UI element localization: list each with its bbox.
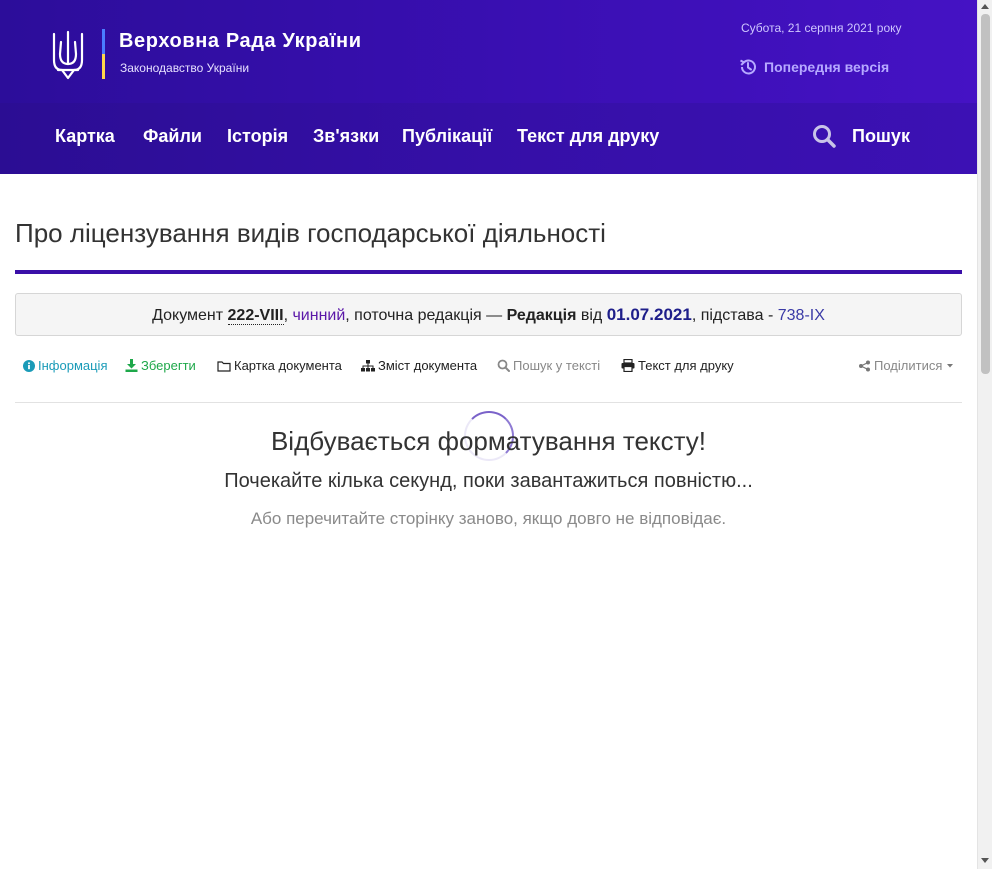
doc-edition-date[interactable]: 01.07.2021 — [607, 305, 692, 324]
scroll-up-arrow-icon[interactable] — [981, 4, 989, 9]
document-card-label: Картка документа — [234, 358, 342, 373]
doc-number[interactable]: 222-VIII — [227, 307, 284, 325]
nav-search-button[interactable]: Пошук — [812, 124, 910, 148]
share-icon — [859, 360, 870, 371]
current-date: Субота, 21 серпня 2021 року — [741, 21, 902, 35]
wait-subheading: Почекайте кілька секунд, поки завантажит… — [224, 470, 753, 492]
info-button[interactable]: Інформація — [23, 358, 108, 373]
document-toolbar: Інформація Зберегти Картка документа Змі… — [23, 358, 958, 378]
document-contents-button[interactable]: Зміст документа — [361, 358, 477, 373]
previous-version-link[interactable]: Попередня версія — [738, 57, 889, 77]
info-icon — [23, 359, 35, 372]
doc-edition-label: Редакція — [506, 307, 577, 324]
doc-basis-text: , підстава - — [691, 307, 774, 324]
print-text-label: Текст для друку — [638, 358, 734, 373]
doc-from: від — [580, 307, 603, 324]
doc-status[interactable]: чинний — [292, 307, 345, 324]
page-title: Про ліцензування видів господарської дія… — [15, 218, 606, 248]
page-scrollbar[interactable] — [977, 0, 992, 869]
nav-item-files[interactable]: Файли — [143, 126, 202, 147]
nav-item-card[interactable]: Картка — [55, 126, 115, 147]
download-icon — [125, 359, 138, 372]
title-divider — [15, 270, 962, 274]
folder-icon — [217, 360, 231, 372]
document-card-button[interactable]: Картка документа — [217, 358, 342, 373]
share-dropdown[interactable]: Поділитися — [858, 358, 958, 373]
toolbar-divider — [15, 402, 962, 403]
nav-search-label: Пошук — [852, 125, 910, 146]
search-icon — [497, 359, 510, 372]
site-header: Верховна Рада України Законодавство Укра… — [0, 0, 977, 103]
doc-prefix: Документ — [152, 307, 224, 324]
save-button[interactable]: Зберегти — [125, 358, 196, 373]
share-label: Поділитися — [874, 358, 943, 373]
nav-item-print-text[interactable]: Текст для друку — [517, 126, 659, 147]
caret-down-icon — [947, 363, 954, 367]
document-contents-label: Зміст документа — [378, 358, 478, 373]
brand-color-bar — [102, 29, 105, 79]
nav-item-publications[interactable]: Публікації — [402, 126, 492, 147]
history-icon — [740, 59, 756, 75]
document-status-box: Документ 222-VIII, чинний, поточна редак… — [15, 293, 962, 336]
search-in-text-button[interactable]: Пошук у тексті — [497, 358, 600, 373]
print-text-button[interactable]: Текст для друку — [621, 358, 734, 373]
document-status-line: Документ 222-VIII, чинний, поточна редак… — [16, 305, 961, 325]
nav-item-links[interactable]: Зв'язки — [313, 126, 379, 147]
info-label: Інформація — [38, 358, 108, 373]
doc-edition-text: , поточна редакція — — [345, 307, 503, 324]
print-icon — [621, 359, 635, 372]
reload-hint: Або перечитайте сторінку заново, якщо до… — [250, 509, 727, 528]
site-subtitle: Законодавство України — [120, 61, 250, 75]
search-icon — [813, 125, 836, 148]
save-label: Зберегти — [141, 358, 196, 373]
sitemap-icon — [361, 359, 375, 371]
formatting-heading: Відбувається форматування тексту! — [270, 426, 707, 456]
nav-item-history[interactable]: Історія — [227, 126, 288, 147]
site-title[interactable]: Верховна Рада України — [119, 30, 362, 53]
main-nav: Картка Файли Історія Зв'язки Публікації … — [0, 103, 977, 174]
search-in-text-label: Пошук у тексті — [513, 358, 601, 373]
trident-logo-icon[interactable] — [52, 30, 84, 80]
scroll-thumb[interactable] — [981, 14, 990, 374]
doc-basis-link[interactable]: 738-IX — [778, 307, 825, 324]
previous-version-label: Попередня версія — [764, 59, 890, 75]
scroll-down-arrow-icon[interactable] — [981, 858, 989, 863]
